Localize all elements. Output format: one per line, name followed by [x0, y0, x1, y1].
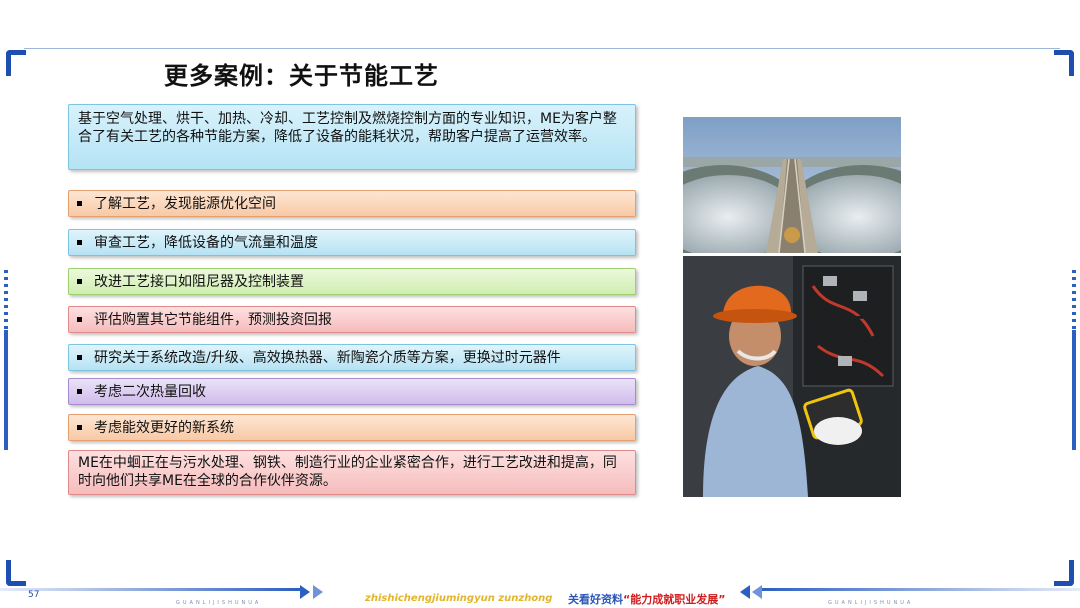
footer-slogan-prefix: 关看好资料	[568, 593, 623, 606]
corner-bracket-top-right	[1054, 50, 1074, 76]
outro-box: ME在中蛔正在与污水处理、钢铁、制造行业的企业紧密合作，进行工艺改进和提高，同时…	[68, 450, 636, 495]
footer-bar-left	[0, 588, 300, 591]
footer-small-text-right: GUANLIJISHUNUA	[828, 600, 914, 606]
bullet-square-icon	[77, 279, 82, 284]
water-treatment-photo	[683, 117, 901, 253]
bullet-item: 了解工艺，发现能源优化空间	[68, 190, 636, 217]
bullet-square-icon	[77, 389, 82, 394]
bullet-item-text: 改进工艺接口如阻尼器及控制装置	[94, 273, 304, 290]
bullet-square-icon	[77, 240, 82, 245]
bullet-item-text: 考虑二次热量回收	[94, 383, 206, 400]
slide-title: 更多案例：关于节能工艺	[164, 62, 439, 90]
footer-slogan: 关看好资料“能力成就职业发展”	[568, 591, 725, 607]
bullet-item: 研究关于系统改造/升级、高效换热器、新陶瓷介质等方案，更换过时元器件	[68, 344, 636, 371]
footer-small-text-left: GUANLIJISHUNUA	[176, 600, 262, 606]
bullet-item-text: 审查工艺，降低设备的气流量和温度	[94, 234, 318, 251]
bullet-square-icon	[77, 317, 82, 322]
footer-bar-right	[760, 588, 1080, 591]
side-bar-right	[1072, 330, 1076, 450]
bullet-square-icon	[77, 425, 82, 430]
bullet-item: 改进工艺接口如阻尼器及控制装置	[68, 268, 636, 295]
bullet-item-text: 了解工艺，发现能源优化空间	[94, 195, 276, 212]
footer-chevron-right-1	[752, 585, 762, 599]
bullet-item: 评估购置其它节能组件，预测投资回报	[68, 306, 636, 333]
footer-chevron-right-2	[740, 585, 750, 599]
top-frame-line	[24, 48, 1060, 49]
bullet-square-icon	[77, 355, 82, 360]
bullet-item-text: 研究关于系统改造/升级、高效换热器、新陶瓷介质等方案，更换过时元器件	[94, 349, 561, 366]
bullet-item: 考虑能效更好的新系统	[68, 414, 636, 441]
bullet-item: 考虑二次热量回收	[68, 378, 636, 405]
bullet-square-icon	[77, 201, 82, 206]
side-bar-left	[4, 330, 8, 450]
bullet-item-text: 评估购置其它节能组件，预测投资回报	[94, 311, 332, 328]
footer-slogan-quote: “能力成就职业发展”	[623, 593, 726, 606]
corner-bracket-bottom-right	[1054, 560, 1074, 586]
bullet-item: 审查工艺，降低设备的气流量和温度	[68, 229, 636, 256]
corner-bracket-top-left	[6, 50, 26, 76]
engineer-control-panel-photo	[683, 256, 901, 497]
footer-pinyin: zhishichengjiumingyun zunzhong	[365, 593, 553, 604]
footer-chevron-left-1	[300, 585, 310, 599]
intro-box: 基于空气处理、烘干、加热、冷却、工艺控制及燃烧控制方面的专业知识，ME为客户整合…	[68, 104, 636, 170]
corner-bracket-bottom-left	[6, 560, 26, 586]
page-number: 57	[28, 590, 40, 600]
bullet-item-text: 考虑能效更好的新系统	[94, 419, 234, 436]
footer-chevron-left-2	[313, 585, 323, 599]
